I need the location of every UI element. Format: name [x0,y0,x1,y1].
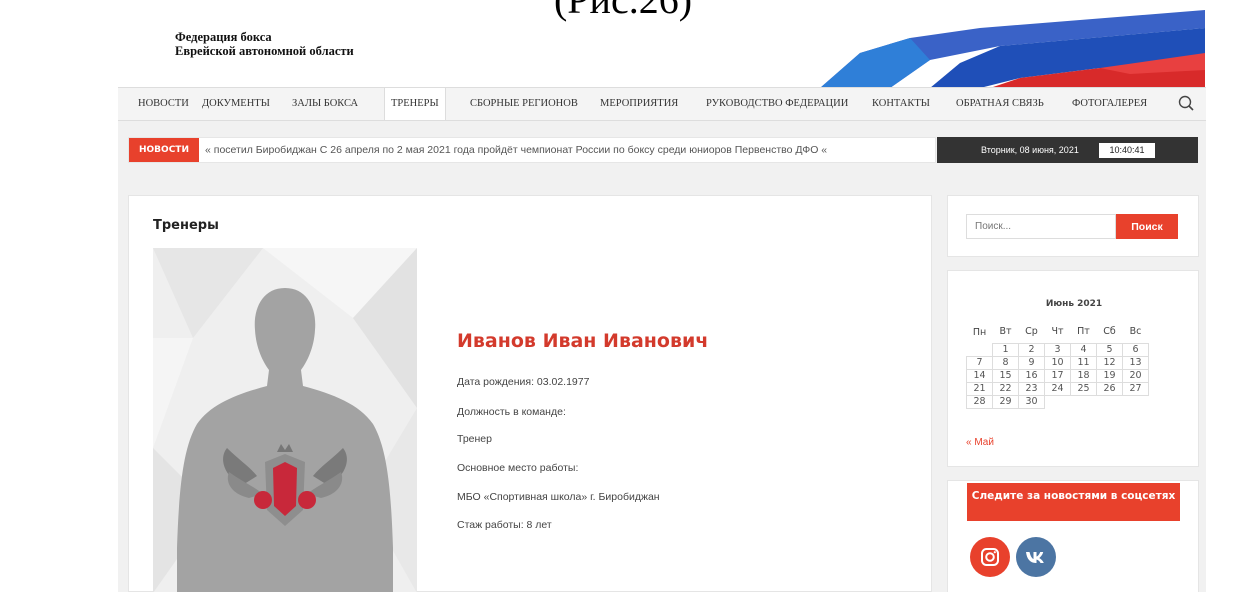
calendar-day: 13 [1122,355,1149,370]
flag-banner [820,10,1205,88]
nav-item-events[interactable]: МЕРОПРИЯТИЯ [600,88,678,120]
calendar-day: 1 [992,342,1019,357]
calendar-day: 20 [1122,368,1149,383]
instagram-icon[interactable] [970,537,1010,577]
calendar-day: 6 [1122,342,1149,357]
logo-line-1: Федерация бокса [175,30,272,44]
site-logo-text[interactable]: Федерация бокса Еврейской автономной обл… [175,30,354,58]
search-button[interactable]: Поиск [1116,214,1178,239]
calendar-day: 16 [1018,368,1045,383]
calendar-day: 3 [1044,342,1071,357]
calendar-day: 28 [966,394,993,409]
nav-item-feedback[interactable]: ОБРАТНАЯ СВЯЗЬ [956,88,1044,120]
workplace-label: Основное место работы: [457,462,579,474]
calendar-week-row: 14 15 16 17 18 19 20 [966,368,1149,383]
calendar-day: 24 [1044,381,1071,396]
search-input[interactable] [966,214,1116,239]
news-ticker: НОВОСТИ « посетил Биробиджан С 26 апреля… [128,137,936,163]
calendar-day: 22 [992,381,1019,396]
page-title: Тренеры [153,218,219,233]
calendar-day: 4 [1070,342,1097,357]
date-bar: Вторник, 08 июня, 2021 10:40:41 [937,137,1198,163]
nav-item-contacts[interactable]: КОНТАКТЫ [872,88,930,120]
calendar-day: 5 [1096,342,1123,357]
ticker-label[interactable]: НОВОСТИ [129,138,199,162]
nav-item-news[interactable]: НОВОСТИ [138,88,189,120]
calendar-day: 7 [966,355,993,370]
current-time: 10:40:41 [1099,143,1155,158]
calendar-week-row: 21 22 23 24 25 26 27 [966,381,1149,396]
ticker-text[interactable]: « посетил Биробиджан С 26 апреля по 2 ма… [205,138,925,162]
search-widget: Поиск [947,195,1199,257]
nav-item-gallery[interactable]: ФОТОГАЛЕРЕЯ [1072,88,1147,120]
calendar-day: 8 [992,355,1019,370]
calendar-empty-cell [967,343,993,356]
weekday-header: Пт [1077,326,1090,338]
main-navigation: НОВОСТИ ДОКУМЕНТЫ ЗАЛЫ БОКСА ТРЕНЕРЫ СБО… [118,87,1206,121]
calendar-day: 19 [1096,368,1123,383]
social-title: Следите за новостями в соцсетях [967,483,1180,521]
position-label: Должность в команде: [457,406,566,418]
birth-date: Дата рождения: 03.02.1977 [457,376,590,388]
coach-name: Иванов Иван Иванович [457,330,709,352]
vk-icon[interactable] [1016,537,1056,577]
calendar-day: 17 [1044,368,1071,383]
calendar-day: 25 [1070,381,1097,396]
nav-item-coaches[interactable]: ТРЕНЕРЫ [384,88,446,120]
position-value: Тренер [457,433,492,445]
weekday-header: Вт [999,326,1012,338]
calendar-day: 23 [1018,381,1045,396]
calendar-week-row: 28 29 30 [966,394,1149,409]
calendar-week-row: 123456 [967,342,1149,357]
calendar-title: Июнь 2021 [1045,299,1103,309]
workplace-value: МБО «Спортивная школа» г. Биробиджан [457,491,660,503]
social-widget: Следите за новостями в соцсетях [947,480,1199,592]
calendar-day: 2 [1018,342,1045,357]
weekday-header: Чт [1051,326,1064,338]
logo-line-2: Еврейской автономной области [175,44,354,58]
calendar-widget: Июнь 2021 Пн Вт Ср Чт Пт Сб Вс 123456789… [947,270,1199,467]
weekday-header: Сб [1103,326,1116,338]
calendar-empty-cell [1071,395,1097,408]
nav-item-leadership[interactable]: РУКОВОДСТВО ФЕДЕРАЦИИ [706,88,848,120]
calendar-day: 15 [992,368,1019,383]
calendar-empty-cell [1123,395,1149,408]
nav-item-gyms[interactable]: ЗАЛЫ БОКСА [292,88,358,120]
calendar-day: 9 [1018,355,1045,370]
calendar-day: 14 [966,368,993,383]
calendar-day: 10 [1044,355,1071,370]
calendar-day: 30 [1018,394,1045,409]
calendar-day: 12 [1096,355,1123,370]
calendar-day: 11 [1070,355,1097,370]
calendar-empty-cell [1097,395,1123,408]
current-date: Вторник, 08 июня, 2021 [981,145,1079,155]
weekday-header: Пн [972,326,987,338]
search-icon[interactable] [1176,94,1198,114]
coach-card: Тренеры Иванов Иван Иванович Дата рожден… [128,195,932,592]
experience: Стаж работы: 8 лет [457,519,552,531]
nav-item-documents[interactable]: ДОКУМЕНТЫ [202,88,270,120]
calendar-day: 26 [1096,381,1123,396]
calendar-days: 1 2 3 4 5 6 7 8 9 10 11 12 13 14 15 16 17 18 19 20 21 22 23 24 2… [966,342,1149,409]
calendar-table: Пн Вт Ср Чт Пт Сб Вс 1 2 3 4 5 6 7 8 9 10 11 12 13 14… [966,321,1149,409]
weekday-header: Ср [1025,326,1038,338]
calendar-day: 29 [992,394,1019,409]
calendar-prev-month-link[interactable]: « Май [966,437,994,448]
nav-item-regional-teams[interactable]: СБОРНЫЕ РЕГИОНОВ [470,88,578,120]
calendar-day: 27 [1122,381,1149,396]
calendar-day: 21 [966,381,993,396]
weekday-header: Вс [1129,326,1142,338]
calendar-week-row: 7 8 9 10 11 12 13 [966,355,1149,370]
calendar-empty-cell [1045,395,1071,408]
calendar-day: 18 [1070,368,1097,383]
coach-photo-placeholder[interactable] [153,248,417,592]
